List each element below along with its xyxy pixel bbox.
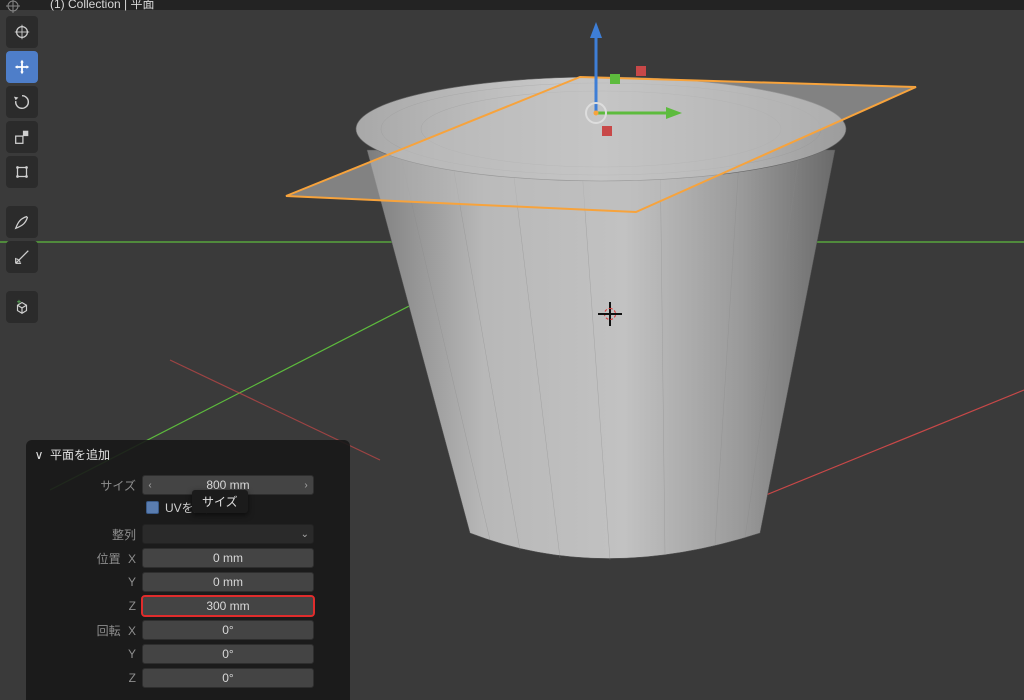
field-rot-y[interactable]: 0° (142, 644, 314, 664)
size-increment-icon[interactable]: › (299, 476, 313, 494)
panel-header[interactable]: ∨ 平面を追加 (34, 446, 342, 463)
panel-caret-icon: ∨ (34, 450, 44, 460)
uv-checkbox[interactable] (146, 501, 159, 514)
rot-y-value: 0° (222, 647, 233, 661)
size-decrement-icon[interactable]: ‹ (143, 476, 157, 494)
rot-x-value: 0° (222, 623, 233, 637)
tool-add-primitive[interactable]: + (6, 291, 38, 323)
loc-y-value: 0 mm (213, 575, 243, 589)
toolbar-spacer (6, 191, 38, 203)
toolbar-spacer-2 (6, 276, 38, 288)
field-align[interactable]: ⌄ (142, 524, 314, 544)
loc-x-value: 0 mm (213, 551, 243, 565)
field-loc-y[interactable]: 0 mm (142, 572, 314, 592)
label-size: サイズ (34, 473, 142, 497)
toolbar-left: + (6, 16, 38, 323)
cursor-icon-header (5, 0, 21, 14)
label-location: 位置 (97, 552, 121, 566)
label-rot-z: Z (34, 666, 142, 690)
field-rot-z[interactable]: 0° (142, 668, 314, 688)
label-loc-z: Z (34, 594, 142, 618)
tool-rotate[interactable] (6, 86, 38, 118)
tool-measure[interactable] (6, 241, 38, 273)
tool-move[interactable] (6, 51, 38, 83)
rot-z-value: 0° (222, 671, 233, 685)
align-dropdown-icon: ⌄ (301, 529, 309, 540)
tooltip-size: サイズ (192, 490, 248, 513)
tool-scale[interactable] (6, 121, 38, 153)
label-rot-y: Y (34, 642, 142, 666)
collection-breadcrumb: (1) Collection | 平面 (50, 0, 154, 12)
panel-title: 平面を追加 (50, 446, 110, 463)
cursor-3d (598, 302, 622, 326)
label-rotation: 回転 (97, 624, 121, 638)
field-loc-x[interactable]: 0 mm (142, 548, 314, 568)
loc-z-value: 300 mm (206, 599, 249, 613)
field-loc-z[interactable]: 300 mm (142, 596, 314, 616)
label-loc-y: Y (34, 570, 142, 594)
tool-annotate[interactable] (6, 206, 38, 238)
label-loc-x: X (128, 552, 136, 566)
operator-redo-panel: ∨ 平面を追加 サイズ ‹ 800 mm › UVを生成 整 (26, 440, 350, 700)
label-rot-x: X (128, 624, 136, 638)
svg-text:+: + (17, 298, 22, 306)
field-rot-x[interactable]: 0° (142, 620, 314, 640)
tool-transform[interactable] (6, 156, 38, 188)
label-align: 整列 (34, 522, 142, 546)
tool-cursor[interactable] (6, 16, 38, 48)
